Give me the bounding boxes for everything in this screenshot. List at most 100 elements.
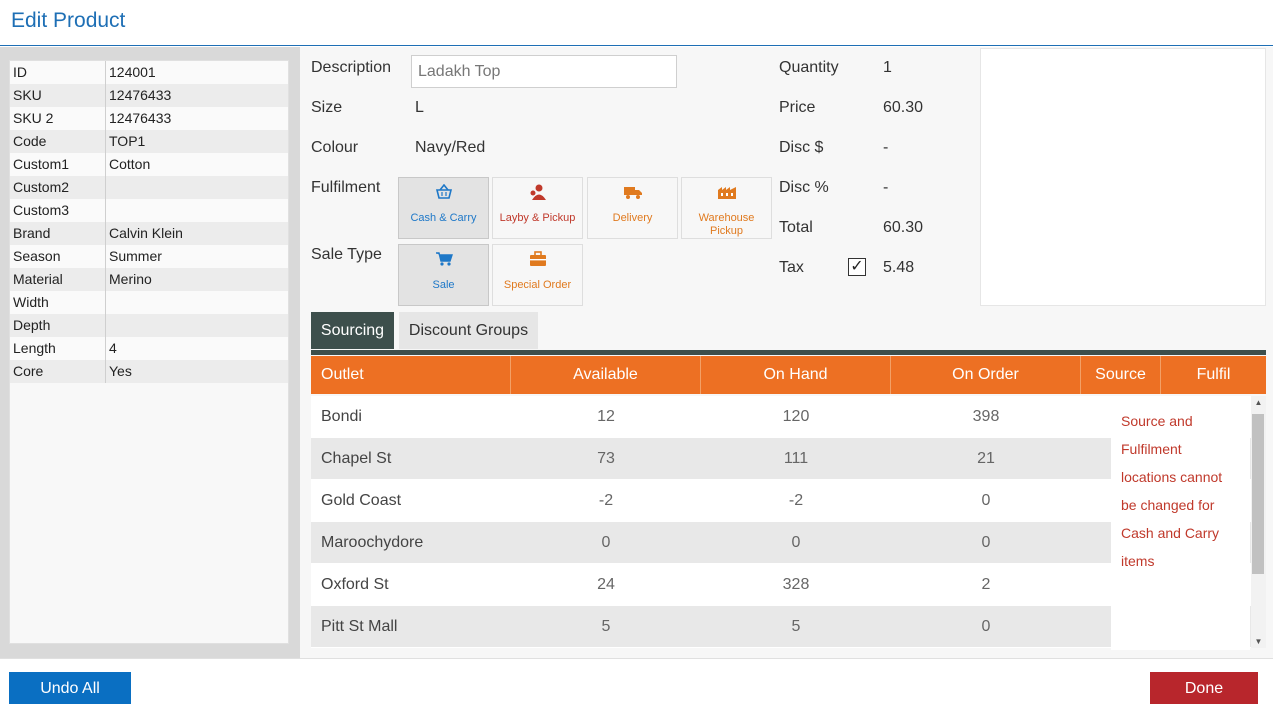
cell-on-hand: 5 [791, 618, 801, 635]
attribute-value[interactable]: Calvin Klein [106, 222, 288, 245]
attribute-key: Custom3 [10, 199, 106, 222]
fulfilment-layby-pickup[interactable]: Layby & Pickup [492, 177, 583, 239]
attribute-row: Custom3 [10, 199, 288, 222]
attribute-value[interactable]: 12476433 [106, 107, 288, 130]
footer-bar: Undo All Done [0, 658, 1273, 714]
attribute-row: Custom1 Cotton [10, 153, 288, 176]
disc-percent-value[interactable]: - [883, 179, 888, 197]
attribute-key: Depth [10, 314, 106, 337]
attribute-row: Season Summer [10, 245, 288, 268]
attribute-key: Custom1 [10, 153, 106, 176]
disc-amount-value[interactable]: - [883, 139, 888, 157]
tax-value: 5.48 [883, 259, 915, 276]
description-input[interactable] [411, 55, 677, 88]
size-value: L [415, 99, 424, 116]
attribute-value[interactable] [106, 314, 288, 337]
cell-outlet: Bondi [321, 408, 362, 425]
sourcing-grid-header: Outlet Available On Hand On Order Source… [311, 356, 1266, 394]
attribute-value[interactable]: Merino [106, 268, 288, 291]
total-value: 60.30 [883, 219, 924, 236]
attribute-key: Material [10, 268, 106, 291]
attribute-key: SKU [10, 84, 106, 107]
person-icon [493, 184, 582, 202]
column-header-on-order[interactable]: On Order [891, 356, 1081, 394]
attribute-row: ID 124001 [10, 61, 288, 84]
fulfilment-label: Fulfilment [311, 179, 381, 196]
done-button[interactable]: Done [1150, 672, 1258, 704]
scroll-down-icon[interactable]: ▼ [1251, 637, 1266, 646]
attribute-value[interactable]: 12476433 [106, 84, 288, 107]
attribute-row: Depth [10, 314, 288, 337]
cell-on-hand: 328 [782, 576, 810, 593]
column-header-outlet[interactable]: Outlet [311, 356, 511, 394]
cell-outlet: Maroochydore [321, 534, 424, 551]
grid-scrollbar[interactable]: ▲ ▼ [1251, 396, 1266, 648]
quantity-value[interactable]: 1 [883, 59, 892, 77]
fulfilment-option-label: Cash & Carry [410, 212, 477, 224]
cell-outlet: Pitt St Mall [321, 618, 398, 635]
fulfilment-option-label: Warehouse Pickup [698, 212, 755, 237]
tab-discount-groups[interactable]: Discount Groups [399, 312, 538, 349]
attribute-value[interactable]: Yes [106, 360, 288, 383]
fulfilment-option-label: Delivery [612, 212, 653, 224]
column-header-available[interactable]: Available [511, 356, 701, 394]
cell-on-order: 0 [981, 534, 991, 551]
tab-sourcing[interactable]: Sourcing [311, 312, 394, 349]
attribute-value[interactable]: 124001 [106, 61, 288, 84]
attribute-row: SKU 2 12476433 [10, 107, 288, 130]
cell-available: 12 [597, 408, 615, 425]
attribute-value[interactable]: TOP1 [106, 130, 288, 153]
sale-type-special-order[interactable]: Special Order [492, 244, 583, 306]
cell-on-order: 2 [981, 576, 991, 593]
attribute-row: Length 4 [10, 337, 288, 360]
product-image-area [980, 48, 1266, 306]
size-label: Size [311, 99, 343, 116]
scrollbar-thumb[interactable] [1252, 414, 1264, 574]
price-value[interactable]: 60.30 [883, 99, 923, 117]
column-header-fulfil[interactable]: Fulfil [1161, 356, 1266, 394]
briefcase-icon [493, 251, 582, 269]
sale-type-sale[interactable]: Sale [398, 244, 489, 306]
attribute-row: Custom2 [10, 176, 288, 199]
cell-available: 5 [601, 618, 611, 635]
attribute-key: SKU 2 [10, 107, 106, 130]
tab-underline [311, 350, 1266, 355]
cell-on-hand: -2 [788, 492, 804, 509]
undo-all-button[interactable]: Undo All [9, 672, 131, 704]
cell-available: -2 [598, 492, 614, 509]
basket-icon [399, 183, 488, 202]
attribute-key: Season [10, 245, 106, 268]
title-bar: Edit Product [0, 0, 1273, 46]
cell-outlet: Chapel St [321, 450, 392, 467]
price-label: Price [779, 99, 816, 116]
fulfilment-warehouse-pickup[interactable]: Warehouse Pickup [681, 177, 772, 239]
cell-on-hand: 120 [782, 408, 810, 425]
column-header-source[interactable]: Source [1081, 356, 1161, 394]
fulfilment-cash-carry[interactable]: Cash & Carry [398, 177, 489, 239]
attribute-row: Width [10, 291, 288, 314]
attribute-value[interactable]: Cotton [106, 153, 288, 176]
attribute-key: Length [10, 337, 106, 360]
attributes-table: ID 124001 SKU 12476433 SKU 2 12476433 Code TOP1… [9, 60, 289, 644]
attribute-value[interactable] [106, 199, 288, 222]
total-label: Total [779, 219, 813, 236]
attribute-key: Custom2 [10, 176, 106, 199]
attribute-key: Core [10, 360, 106, 383]
column-header-on-hand[interactable]: On Hand [701, 356, 891, 394]
disc-percent-label: Disc % [779, 179, 829, 196]
attribute-row: SKU 12476433 [10, 84, 288, 107]
page-title: Edit Product [11, 9, 126, 32]
tax-checkbox[interactable]: ✓ [848, 258, 866, 276]
cell-outlet: Oxford St [321, 576, 389, 593]
cell-on-order: 398 [972, 408, 1000, 425]
attribute-value[interactable]: 4 [106, 337, 288, 360]
description-label: Description [311, 59, 392, 76]
attribute-value[interactable] [106, 176, 288, 199]
attribute-value[interactable] [106, 291, 288, 314]
cell-outlet: Gold Coast [321, 492, 402, 509]
scroll-up-icon[interactable]: ▲ [1251, 398, 1266, 407]
fulfilment-delivery[interactable]: Delivery [587, 177, 678, 239]
cell-on-order: 21 [977, 450, 995, 467]
attribute-value[interactable]: Summer [106, 245, 288, 268]
attributes-panel: ID 124001 SKU 12476433 SKU 2 12476433 Code TOP1… [0, 47, 300, 658]
